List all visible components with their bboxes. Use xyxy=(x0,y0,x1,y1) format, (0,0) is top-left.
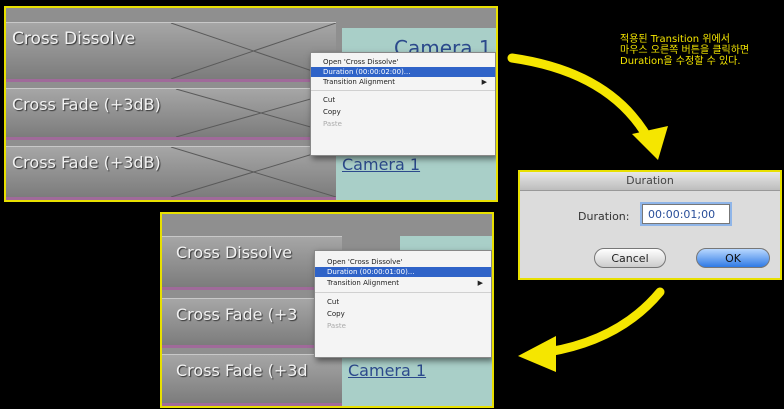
curved-arrow-icon xyxy=(543,287,665,357)
curved-arrow-icon xyxy=(507,53,653,143)
arrowhead-icon xyxy=(632,126,668,160)
arrowhead-icon xyxy=(518,336,556,372)
annotation-arrows xyxy=(507,53,668,372)
